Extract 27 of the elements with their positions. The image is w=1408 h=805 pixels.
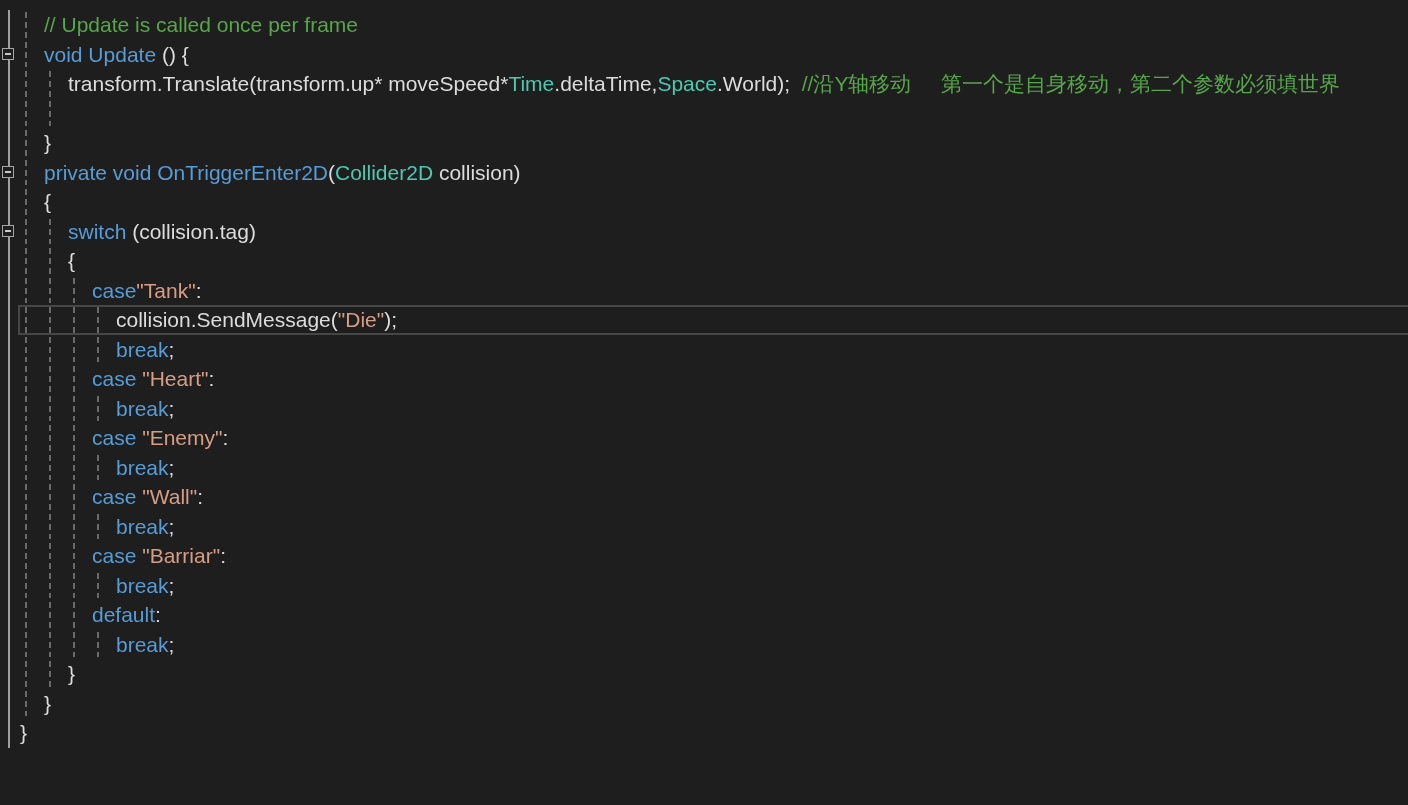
code-line: case "Enemy":	[92, 427, 229, 449]
code-line: {	[68, 250, 75, 272]
code-line: case "Heart":	[92, 368, 215, 390]
collapse-icon[interactable]	[2, 165, 14, 178]
collapse-icon[interactable]	[2, 47, 14, 60]
code-line: void Update () {	[44, 43, 189, 65]
code-line: break;	[116, 515, 175, 537]
code-line: }	[20, 722, 27, 744]
collapse-icon[interactable]	[2, 224, 14, 237]
code-line: default:	[92, 604, 161, 626]
code-line: switch (collision.tag)	[68, 220, 256, 242]
code-line: case "Barriar":	[92, 545, 226, 567]
code-line: private void OnTriggerEnter2D(Collider2D collision)	[44, 161, 521, 183]
code-line: break;	[116, 397, 175, 419]
code-line: break;	[116, 456, 175, 478]
code-line: break;	[116, 338, 175, 360]
code-line: case"Tank":	[92, 279, 202, 301]
code-line: {	[44, 191, 51, 213]
code-line: }	[44, 692, 51, 714]
code-line: break;	[116, 574, 175, 596]
code-line: }	[68, 663, 75, 685]
code-line: collision.SendMessage("Die");	[116, 309, 398, 331]
code-line: case "Wall":	[92, 486, 203, 508]
code-line: break;	[116, 633, 175, 655]
code-line: transform.Translate(transform.up* moveSpeed*Time.deltaTime,Space.World); //沿Y轴移动 第一个是自身移动，第二个参数必须填世界	[68, 73, 1340, 95]
code-line: // Update is called once per frame	[44, 14, 358, 36]
code-line: }	[44, 132, 51, 154]
